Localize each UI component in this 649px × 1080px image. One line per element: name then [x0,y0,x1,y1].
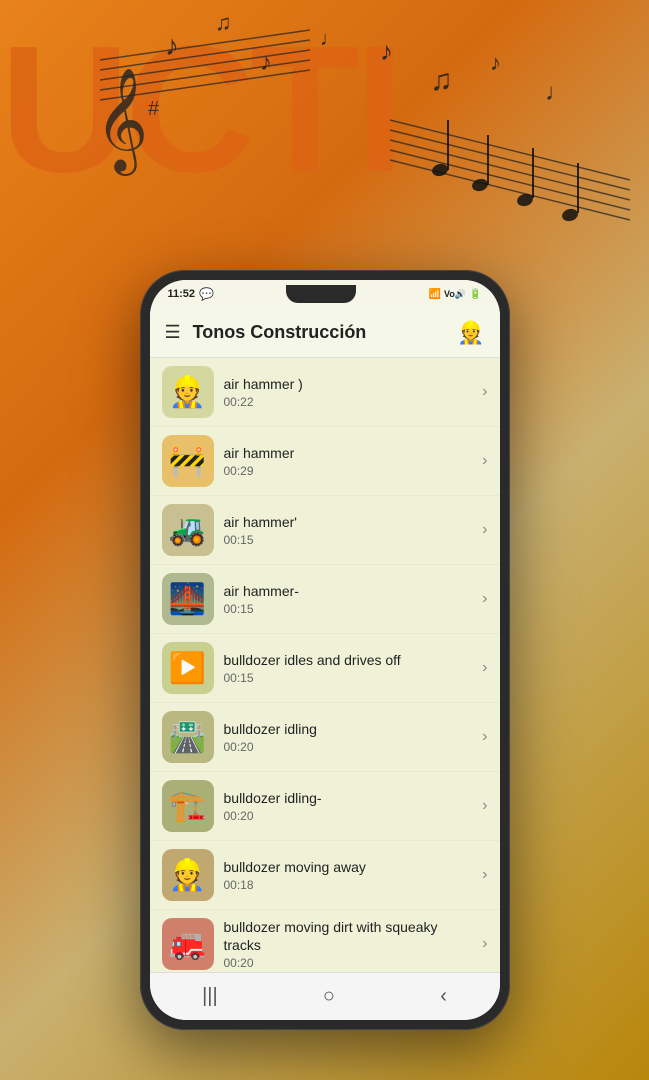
list-item[interactable]: 🚒 bulldozer moving dirt with squeaky tra… [150,910,500,972]
notch-area [281,285,361,303]
item-duration-1: 00:22 [224,395,473,409]
chevron-icon-3: › [482,521,487,539]
status-time: 11:52 [168,288,196,300]
svg-text:♩: ♩ [320,28,340,50]
svg-text:♫: ♫ [215,10,232,35]
item-icon-9: 🚒 [162,918,214,970]
item-duration-2: 00:29 [224,464,473,478]
item-text-6: bulldozer idling 00:20 [224,720,473,754]
emoji-7: 🏗️ [169,789,206,824]
item-text-3: air hammer' 00:15 [224,513,473,547]
svg-text:♫: ♫ [430,64,453,97]
item-duration-3: 00:15 [224,533,473,547]
item-text-9: bulldozer moving dirt with squeaky track… [224,918,473,970]
item-title-4: air hammer- [224,582,473,600]
chevron-icon-8: › [482,866,487,884]
item-duration-6: 00:20 [224,740,473,754]
svg-text:♪: ♪ [380,36,393,66]
status-bar: 11:52 💬 📶 Vo🔊 🔋 [150,280,500,308]
svg-text:♩: ♩ [545,79,569,106]
item-title-6: bulldozer idling [224,720,473,738]
app-header: ☰ Tonos Construcción 👷 [150,308,500,358]
phone-screen: 11:52 💬 📶 Vo🔊 🔋 ☰ Tonos Construcción 👷 [150,280,500,1020]
chevron-icon-6: › [482,728,487,746]
item-text-4: air hammer- 00:15 [224,582,473,616]
signal-icon: Vo🔊 [444,289,466,300]
svg-text:♪: ♪ [165,30,179,61]
battery-icon: 🔋 [469,289,481,300]
item-duration-9: 00:20 [224,956,473,970]
emoji-9: 🚒 [169,927,206,962]
item-title-7: bulldozer idling- [224,789,473,807]
list-item[interactable]: 🏗️ bulldozer idling- 00:20 › [150,772,500,841]
list-item[interactable]: 👷 bulldozer moving away 00:18 › [150,841,500,910]
item-icon-3: 🚜 [162,504,214,556]
chevron-icon-5: › [482,659,487,677]
svg-text:♪: ♪ [490,50,501,75]
svg-text:♪: ♪ [260,49,272,76]
chevron-icon-4: › [482,590,487,608]
item-text-8: bulldozer moving away 00:18 [224,858,473,892]
chevron-icon-7: › [482,797,487,815]
item-text-7: bulldozer idling- 00:20 [224,789,473,823]
emoji-6: 🛣️ [169,720,206,755]
worker-emoji: 👷 [457,320,484,346]
item-title-1: air hammer ) [224,375,473,393]
sound-list[interactable]: 👷 air hammer ) 00:22 › 🚧 air hammer 00:2… [150,358,500,972]
item-duration-8: 00:18 [224,878,473,892]
item-title-8: bulldozer moving away [224,858,473,876]
wifi-icon: 📶 [429,289,441,300]
list-item[interactable]: 🌉 air hammer- 00:15 › [150,565,500,634]
list-item[interactable]: 👷 air hammer ) 00:22 › [150,358,500,427]
list-item[interactable]: 🚜 air hammer' 00:15 › [150,496,500,565]
item-icon-4: 🌉 [162,573,214,625]
item-text-1: air hammer ) 00:22 [224,375,473,409]
item-icon-6: 🛣️ [162,711,214,763]
item-icon-5: ▶️ [162,642,214,694]
emoji-8: 👷 [169,858,206,893]
item-title-9: bulldozer moving dirt with squeaky track… [224,918,473,954]
item-title-3: air hammer' [224,513,473,531]
whatsapp-icon: 💬 [199,287,214,301]
item-icon-8: 👷 [162,849,214,901]
phone-outer: 11:52 💬 📶 Vo🔊 🔋 ☰ Tonos Construcción 👷 [140,270,510,1030]
app-title: Tonos Construcción [193,322,445,343]
item-duration-7: 00:20 [224,809,473,823]
status-right: 📶 Vo🔊 🔋 [429,289,482,300]
emoji-4: 🌉 [169,582,206,617]
item-text-5: bulldozer idles and drives off 00:15 [224,651,473,685]
list-item[interactable]: 🛣️ bulldozer idling 00:20 › [150,703,500,772]
emoji-2: 🚧 [169,444,206,479]
item-title-5: bulldozer idles and drives off [224,651,473,669]
item-duration-5: 00:15 [224,671,473,685]
home-nav-button[interactable]: ○ [303,977,355,1016]
item-duration-4: 00:15 [224,602,473,616]
svg-text:𝄞: 𝄞 [95,69,148,176]
menu-icon[interactable]: ☰ [165,322,181,343]
item-title-2: air hammer [224,444,473,462]
nav-bar: ||| ○ ‹ [150,972,500,1020]
back-nav-button[interactable]: ||| [182,977,238,1016]
item-icon-2: 🚧 [162,435,214,487]
chevron-icon-9: › [482,935,487,953]
status-left: 11:52 💬 [168,287,214,301]
svg-text:#: # [148,98,160,120]
emoji-3: 🚜 [169,513,206,548]
list-item[interactable]: 🚧 air hammer 00:29 › [150,427,500,496]
emoji-1: 👷 [169,375,206,410]
emoji-5: ▶️ [169,651,206,686]
list-item[interactable]: ▶️ bulldozer idles and drives off 00:15 … [150,634,500,703]
item-text-2: air hammer 00:29 [224,444,473,478]
item-icon-7: 🏗️ [162,780,214,832]
chevron-icon-2: › [482,452,487,470]
recent-nav-button[interactable]: ‹ [420,977,467,1016]
phone-device: 11:52 💬 📶 Vo🔊 🔋 ☰ Tonos Construcción 👷 [140,270,510,1030]
item-icon-1: 👷 [162,366,214,418]
chevron-icon-1: › [482,383,487,401]
